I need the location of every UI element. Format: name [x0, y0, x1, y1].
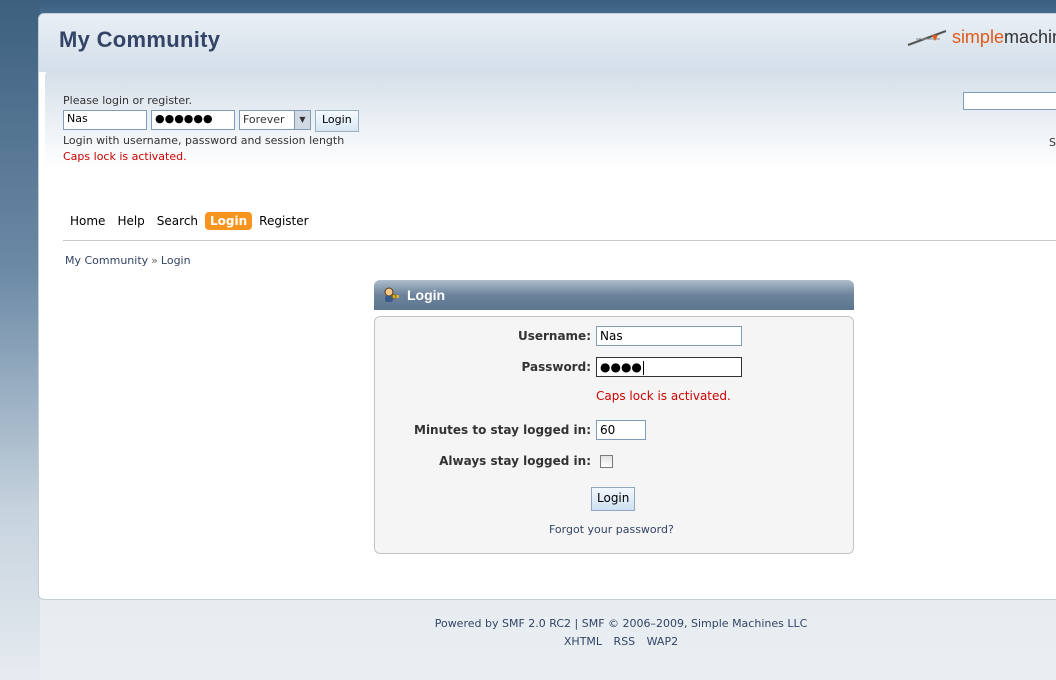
session-length-select[interactable]: Forever ▼ — [239, 110, 311, 130]
footer-link-xhtml[interactable]: XHTML — [564, 635, 602, 648]
password-mask: ●●●● — [600, 360, 642, 374]
caps-lock-warning-top: Caps lock is activated. — [63, 150, 187, 163]
login-panel-title: Login — [407, 287, 446, 303]
login-panel: Login Username: Nas Password: ●●●● Caps … — [374, 280, 854, 554]
text-caret — [642, 360, 644, 375]
menu-item-register[interactable]: Register — [254, 212, 313, 230]
login-form: Username: Nas Password: ●●●● Caps lock i… — [374, 316, 854, 554]
password-input[interactable]: ●●●● — [596, 357, 742, 377]
page-background — [0, 0, 40, 680]
username-input[interactable]: Nas — [596, 326, 742, 346]
quick-login-form: Nas ●●●●●● Forever ▼ Login — [63, 110, 359, 132]
user-key-icon — [382, 286, 400, 304]
login-panel-header: Login — [374, 280, 854, 310]
logo-mark-icon — [906, 27, 950, 47]
forgot-password-link[interactable]: Forgot your password? — [549, 523, 674, 536]
quick-password-input[interactable]: ●●●●●● — [151, 110, 235, 130]
quick-username-input[interactable]: Nas — [63, 110, 147, 130]
menu-item-login[interactable]: Login — [205, 212, 253, 230]
menu-item-help[interactable]: Help — [112, 212, 149, 230]
footer-link-wap2[interactable]: WAP2 — [647, 635, 678, 648]
breadcrumb-separator: » — [151, 254, 158, 267]
login-prompt: Please login or register. — [63, 94, 193, 107]
always-stay-checkbox[interactable] — [600, 455, 613, 468]
always-label: Always stay logged in: — [439, 454, 591, 468]
minutes-label: Minutes to stay logged in: — [414, 423, 591, 437]
search-input[interactable] — [963, 92, 1056, 110]
breadcrumb: My Community» Login — [65, 254, 191, 267]
forum-title: My Community — [59, 27, 221, 52]
logo-text-machines: machines — [1003, 26, 1056, 47]
logo-text-simple: simple — [951, 26, 1004, 47]
menu-item-home[interactable]: Home — [65, 212, 110, 230]
caps-lock-warning: Caps lock is activated. — [596, 389, 731, 403]
menu-item-search[interactable]: Search — [152, 212, 203, 230]
quick-login-button[interactable]: Login — [315, 110, 359, 132]
main-menu: Home Help Search Login Register — [65, 212, 314, 230]
login-hint: Login with username, password and sessio… — [63, 134, 345, 147]
header: My Community simplemachines — [39, 14, 1056, 72]
login-button[interactable]: Login — [591, 487, 636, 511]
search-partial-text: S — [1049, 136, 1056, 149]
session-length-value: Forever — [243, 113, 285, 126]
chevron-down-icon[interactable]: ▼ — [294, 111, 310, 129]
footer-link-rss[interactable]: RSS — [614, 635, 636, 648]
username-label: Username: — [517, 329, 591, 343]
footer-links: XHTML RSS WAP2 — [0, 635, 1056, 648]
breadcrumb-item-home[interactable]: My Community — [65, 254, 148, 267]
divider — [63, 240, 1056, 241]
minutes-input[interactable]: 60 — [596, 420, 646, 440]
password-label: Password: — [521, 360, 592, 374]
breadcrumb-item-login[interactable]: Login — [161, 254, 191, 267]
smf-logo[interactable]: simplemachines — [906, 24, 1056, 50]
footer-powered: Powered by SMF 2.0 RC2 | SMF © 2006–2009… — [434, 617, 808, 630]
